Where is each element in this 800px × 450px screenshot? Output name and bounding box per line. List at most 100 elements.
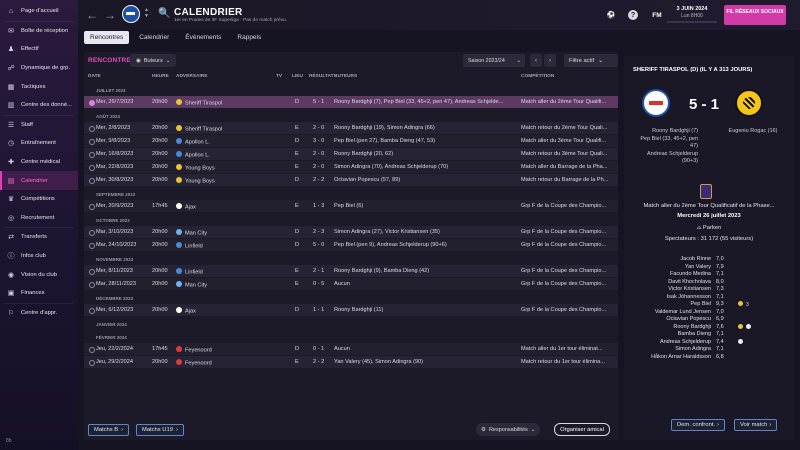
fixture-opponent[interactable]: Feyenoord [176, 346, 212, 354]
player-name[interactable]: Isak Jóhannesson [667, 294, 711, 300]
u19-matches-button[interactable]: Matchs U19 › [136, 424, 184, 436]
table-row[interactable]: Mer, 20/9/2023 17h45 Ajax E 1 - 3 Pep Biel (6… [84, 200, 618, 213]
fixture-opponent[interactable]: Young Boys [176, 164, 215, 172]
help-icon[interactable]: ? [628, 10, 638, 20]
player-rating-row[interactable]: Octavian Popescu 6,9 [624, 316, 794, 324]
col-result[interactable]: RÉSULTAT [309, 74, 334, 79]
table-row[interactable]: Mer, 30/8/2023 20h00 Young Boys D 2 - 2 Octav… [84, 174, 618, 187]
table-row[interactable]: Mer, 16/8/2023 20h00 Apollon L. E 2 - 0 Roony… [84, 148, 618, 161]
active-filter-dropdown[interactable]: Filtre actif ⌄ [564, 54, 618, 67]
fm-menu-button[interactable]: FM [650, 10, 664, 20]
player-name[interactable]: Pep Biel [691, 301, 712, 307]
player-name[interactable]: Simon Adingra [675, 346, 711, 352]
sidebar-item-data[interactable]: ▥ Centre des donné... [0, 96, 78, 115]
fixture-opponent[interactable]: Man City [176, 229, 207, 237]
row-select-radio[interactable] [89, 99, 95, 106]
sidebar-item-home[interactable]: ⌂ Page d'accueil [0, 2, 78, 21]
row-select-radio[interactable] [89, 229, 95, 236]
sidebar-item-tactics[interactable]: ▦ Tactiques [0, 77, 78, 96]
search-icon[interactable]: 🔍 [158, 8, 170, 19]
sidebar-item-medical[interactable]: ✚ Centre médical [0, 153, 78, 172]
player-name[interactable]: Octavian Popescu [666, 316, 711, 322]
row-select-radio[interactable] [89, 281, 95, 288]
row-select-radio[interactable] [89, 138, 95, 145]
fixture-opponent[interactable]: Young Boys [176, 177, 215, 185]
table-row[interactable]: Mer, 9/8/2023 20h00 Apollon L. D 3 - 0 Pep Bi… [84, 135, 618, 148]
tab-fixtures[interactable]: Rencontres [84, 31, 130, 44]
b-team-matches-button[interactable]: Matchs B › [88, 424, 130, 436]
sidebar-item-competitions[interactable]: ♛ Compétitions [0, 190, 78, 209]
col-tv[interactable]: TV [276, 74, 282, 79]
player-rating-row[interactable]: Andreas Schjelderup 7,4 [624, 338, 794, 347]
col-venue[interactable]: LIEU [292, 74, 303, 79]
sidebar-item-finances[interactable]: ▣ Finances [0, 284, 78, 303]
row-select-radio[interactable] [89, 203, 95, 210]
club-crest-icon[interactable] [122, 5, 140, 23]
table-row[interactable]: Mar, 3/10/2023 20h00 Man City D 2 - 3 Simon A… [84, 226, 618, 239]
responsibilities-button[interactable]: ⚙ Responsabilités ⌄ [476, 423, 541, 436]
game-date[interactable]: 3 JUIN 2024 Lun 8H00 [667, 6, 717, 23]
table-row[interactable]: Mer, 26/7/2023 20h00 Sheriff Tiraspol D 5 - … [84, 96, 618, 109]
table-row[interactable]: Jeu, 29/2/2024 20h00 Feyenoord E 2 - 2 Yan Va… [84, 356, 618, 369]
fixture-opponent[interactable]: Ajax [176, 307, 196, 315]
player-rating-row[interactable]: Valdemar Lund Jensen 7,0 [624, 309, 794, 317]
season-select[interactable]: Saison 2023/24 ⌄ [463, 54, 525, 67]
row-select-radio[interactable] [89, 359, 95, 366]
table-row[interactable]: Mer, 6/12/2023 20h00 Ajax D 1 - 1 Roony Bardg… [84, 304, 618, 317]
table-row[interactable]: Jeu, 22/2/2024 17h45 Feyenoord D 0 - 1 Aucun M… [84, 343, 618, 356]
row-select-radio[interactable] [89, 125, 95, 132]
player-rating-row[interactable]: Isak Jóhannesson 7,1 [624, 294, 794, 302]
row-select-radio[interactable] [89, 346, 95, 353]
sidebar-item-staff[interactable]: ☰ Staff [0, 116, 78, 135]
player-rating-row[interactable]: Facundo Medina 7,1 [624, 271, 794, 279]
player-rating-row[interactable]: Jacob Rinne 7,0 [624, 256, 794, 264]
player-name[interactable]: Roony Bardghji [673, 324, 711, 330]
player-name[interactable]: Bamba Dieng [678, 331, 711, 337]
row-select-radio[interactable] [89, 242, 95, 249]
fixture-opponent[interactable]: Sheriff Tiraspol [176, 99, 222, 107]
player-name[interactable]: Andreas Schjelderup [660, 339, 711, 345]
fixture-opponent[interactable]: Feyenoord [176, 359, 212, 367]
sidebar-item-transfers[interactable]: ⇄ Transferts [0, 228, 78, 247]
player-rating-row[interactable]: Yan Valery 7,9 [624, 264, 794, 272]
fixture-opponent[interactable]: Man City [176, 281, 207, 289]
player-rating-row[interactable]: Davit Khocholava 8,0 [624, 279, 794, 287]
next-season-button[interactable]: › [544, 54, 556, 67]
scorers-filter-button[interactable]: ◉ Buteurs ⌄ [130, 54, 177, 67]
row-select-radio[interactable] [89, 307, 95, 314]
table-row[interactable]: Mar, 22/8/2023 20h00 Young Boys E 2 - 0 Simon… [84, 161, 618, 174]
sidebar-item-club-info[interactable]: ⓘ Infos club [0, 247, 78, 266]
sidebar-item-inbox[interactable]: ✉ Boîte de réception [0, 22, 78, 41]
fixture-opponent[interactable]: Linfield [176, 268, 203, 276]
sidebar-item-scouting[interactable]: ◎ Recrutement [0, 209, 78, 228]
sidebar-item-calendar[interactable]: ▤ Calendrier [0, 171, 78, 190]
fixture-opponent[interactable]: Sheriff Tiraspol [176, 125, 222, 133]
sidebar-item-squad[interactable]: ♟ Effectif [0, 40, 78, 59]
table-row[interactable]: Mar, 28/11/2023 20h00 Man City E 0 - 5 Aucun G… [84, 278, 618, 291]
player-rating-row[interactable]: Bamba Dieng 7,1 [624, 331, 794, 339]
view-match-button[interactable]: Voir match › [734, 419, 778, 431]
sidebar-item-dev-centre[interactable]: ⚐ Centre d'appr. [0, 304, 78, 323]
back-arrow-icon[interactable]: ← [86, 8, 98, 22]
tab-calendar[interactable]: Calendrier [133, 31, 175, 44]
player-name[interactable]: Jacob Rinne [680, 256, 711, 262]
player-name[interactable]: Valdemar Lund Jensen [655, 309, 711, 315]
row-select-radio[interactable] [89, 268, 95, 275]
col-date[interactable]: DATE [88, 74, 101, 79]
sidebar-item-dynamics[interactable]: ☍ Dynamique de grp. [0, 59, 78, 78]
social-feed-button[interactable]: FIL RÉSEAUX SOCIAUX [724, 5, 786, 25]
sidebar-item-training[interactable]: ◷ Entraînement [0, 134, 78, 153]
col-competition[interactable]: COMPÉTITION [521, 74, 554, 79]
row-select-radio[interactable] [89, 164, 95, 171]
tab-reminders[interactable]: Rappels [231, 31, 267, 44]
player-rating-row[interactable]: Håkon Arnar Haraldsson 6,8 [624, 354, 794, 362]
tab-events[interactable]: Évènements [179, 31, 227, 44]
table-row[interactable]: Mer, 2/8/2023 20h00 Sheriff Tiraspol E 2 - 0… [84, 122, 618, 135]
fixture-icon[interactable]: ⚽ [606, 10, 616, 20]
player-name[interactable]: Davit Khocholava [668, 279, 711, 285]
compare-button[interactable]: Dem. confront. › [671, 419, 725, 431]
previous-season-button[interactable]: ‹ [530, 54, 542, 67]
col-scorers[interactable]: BUTEURS [334, 74, 357, 79]
player-name[interactable]: Yan Valery [685, 264, 711, 270]
player-rating-row[interactable]: Roony Bardghji 7,6 [624, 323, 794, 332]
